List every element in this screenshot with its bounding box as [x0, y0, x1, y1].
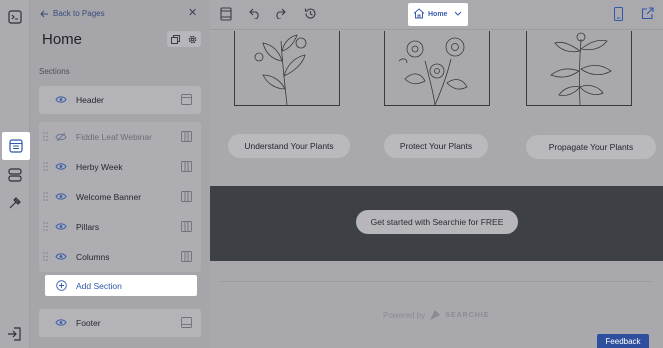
eye-icon[interactable] — [55, 162, 67, 171]
drag-handle-icon[interactable] — [43, 252, 48, 261]
eye-icon[interactable] — [55, 318, 67, 327]
eye-icon[interactable] — [55, 252, 67, 261]
section-label: Fiddle Leaf Webinar — [76, 132, 152, 142]
columns-layout-icon — [181, 221, 192, 232]
duplicate-icon[interactable] — [171, 34, 180, 44]
understand-plants-button[interactable]: Understand Your Plants — [228, 134, 350, 158]
plant-illustration — [234, 31, 340, 106]
drag-handle-icon[interactable] — [43, 132, 48, 141]
footer-layout-icon — [181, 317, 192, 328]
section-label: Header — [76, 95, 104, 105]
drag-handle-icon[interactable] — [43, 222, 48, 231]
page-selector[interactable]: Home — [408, 3, 468, 26]
section-label: Columns — [76, 252, 110, 262]
drag-handle-icon[interactable] — [43, 192, 48, 201]
columns-layout-icon — [181, 251, 192, 262]
history-icon[interactable] — [304, 7, 317, 20]
mobile-preview-icon[interactable] — [614, 7, 623, 21]
sections-heading: Sections — [39, 67, 70, 76]
page-canvas: Understand Your Plants Protect Your Plan… — [210, 31, 663, 348]
eye-icon[interactable] — [55, 95, 67, 104]
open-external-icon[interactable] — [641, 7, 654, 20]
drag-handle-icon[interactable] — [43, 162, 48, 171]
section-label: Welcome Banner — [76, 192, 142, 202]
section-fiddle-leaf-webinar[interactable]: Fiddle Leaf Webinar — [39, 123, 201, 151]
eye-off-icon[interactable] — [55, 132, 67, 142]
page-selector-value: Home — [428, 11, 448, 18]
arrow-left-icon — [40, 10, 48, 17]
page-title: Home — [42, 31, 83, 48]
columns-layout-icon — [181, 191, 192, 202]
undo-icon[interactable] — [249, 7, 261, 19]
section-label: Pillars — [76, 222, 100, 232]
sections-panel: Back to Pages ✕ Home Sections Header Fid… — [30, 0, 210, 348]
footer-divider — [220, 281, 653, 282]
section-header[interactable]: Header — [39, 86, 201, 114]
powered-by: Powered by SEARCHIE — [383, 309, 489, 321]
propagate-plants-button[interactable]: Propagate Your Plants — [526, 135, 656, 159]
add-section-button[interactable]: Add Section — [45, 275, 197, 296]
icon-rail — [0, 0, 30, 348]
section-footer[interactable]: Footer — [39, 309, 201, 337]
plant-illustration — [526, 31, 632, 106]
layout-icon[interactable] — [220, 7, 232, 21]
redo-icon[interactable] — [274, 7, 286, 19]
plus-circle-icon — [56, 280, 67, 291]
panel-toggle-icon[interactable] — [3, 5, 27, 29]
editor-toolbar: Home — [210, 0, 663, 30]
back-to-pages-label: Back to Pages — [53, 9, 105, 18]
home-icon — [413, 8, 425, 19]
page-tools — [167, 31, 201, 47]
protect-plants-button[interactable]: Protect Your Plants — [384, 134, 488, 158]
page-layout-icon[interactable] — [2, 132, 30, 160]
section-label: Herby Week — [76, 162, 123, 172]
searchie-logo-icon — [430, 310, 441, 320]
section-pillars[interactable]: Pillars — [39, 213, 201, 241]
gear-icon[interactable] — [188, 35, 197, 44]
powered-by-label: Powered by — [383, 310, 426, 320]
plant-illustration — [384, 31, 490, 106]
eye-icon[interactable] — [55, 222, 67, 231]
hammer-icon[interactable] — [3, 191, 27, 215]
back-to-pages-link[interactable]: Back to Pages — [40, 9, 105, 18]
exit-icon[interactable] — [7, 326, 23, 342]
sections-list-icon[interactable] — [3, 163, 27, 187]
section-label: Footer — [76, 318, 101, 328]
header-layout-icon — [181, 94, 192, 105]
section-welcome-banner[interactable]: Welcome Banner — [39, 183, 201, 211]
get-started-button[interactable]: Get started with Searchie for FREE — [356, 210, 518, 234]
columns-layout-icon — [181, 131, 192, 142]
cta-banner: Get started with Searchie for FREE — [210, 186, 663, 261]
section-herby-week[interactable]: Herby Week — [39, 153, 201, 181]
eye-icon[interactable] — [55, 192, 67, 201]
brand-name: SEARCHIE — [445, 311, 490, 319]
feedback-button[interactable]: Feedback — [597, 334, 649, 348]
chevron-down-icon — [454, 11, 462, 16]
columns-layout-icon — [181, 161, 192, 172]
add-section-label: Add Section — [76, 281, 122, 291]
close-icon[interactable]: ✕ — [188, 8, 197, 19]
section-columns[interactable]: Columns — [39, 243, 201, 271]
